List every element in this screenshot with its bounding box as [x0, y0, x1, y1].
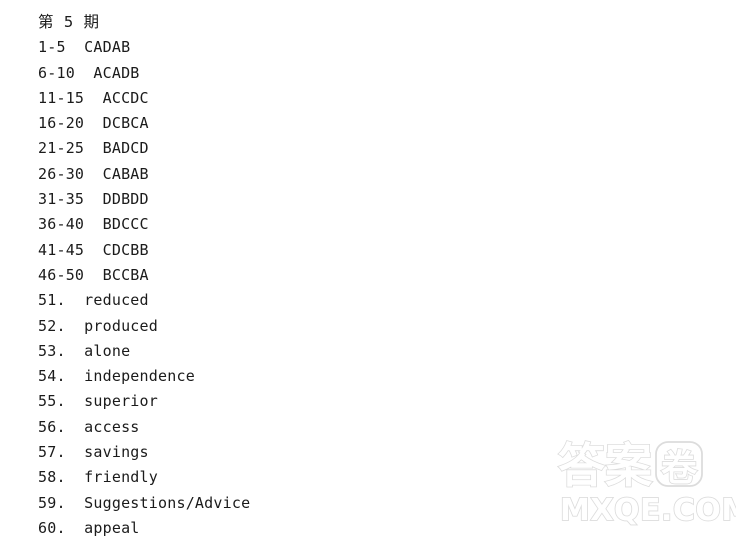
answer-line-55: 55. superior [38, 392, 158, 411]
answer-line-36-40: 36-40 BDCCC [38, 215, 149, 234]
answer-line-26-30: 26-30 CABAB [38, 164, 149, 183]
answer-line-16-20: 16-20 DCBCA [38, 114, 149, 133]
answer-line-6-10: 6-10 ACADB [38, 63, 140, 82]
answer-line-11-15: 11-15 ACCDC [38, 88, 149, 107]
answer-line-31-35: 31-35 DDBDD [38, 190, 149, 209]
watermark-badge-box [655, 441, 703, 487]
answer-line-58: 58. friendly [38, 468, 158, 487]
answer-line-51: 51. reduced [38, 291, 149, 310]
watermark-boxed-char: 卷 [661, 448, 698, 489]
document-title: 第 5 期 [38, 13, 100, 31]
answer-key-text-block: 第 5 期 1-5 CADAB 6-10 ACADB 11-15 ACCDC 1… [38, 10, 538, 536]
watermark-domain-text: MXQE.COM [560, 493, 736, 528]
answer-line-60: 60. appeal [38, 518, 140, 536]
watermark-cjk-text: 答案 [558, 439, 653, 494]
answer-line-56: 56. access [38, 417, 140, 436]
document-page: 第 5 期 1-5 CADAB 6-10 ACADB 11-15 ACCDC 1… [0, 0, 742, 536]
answer-line-54: 54. independence [38, 367, 195, 386]
answer-line-52: 52. produced [38, 316, 158, 335]
answer-line-53: 53. alone [38, 341, 131, 360]
answer-line-1-5: 1-5 CADAB [38, 38, 131, 57]
site-watermark: 答案 卷 MXQE.COM [556, 436, 736, 532]
answer-line-46-50: 46-50 BCCBA [38, 265, 149, 284]
answer-line-41-45: 41-45 CDCBB [38, 240, 149, 259]
answer-line-21-25: 21-25 BADCD [38, 139, 149, 158]
answer-line-57: 57. savings [38, 443, 149, 462]
answer-line-59: 59. Suggestions/Advice [38, 493, 251, 512]
